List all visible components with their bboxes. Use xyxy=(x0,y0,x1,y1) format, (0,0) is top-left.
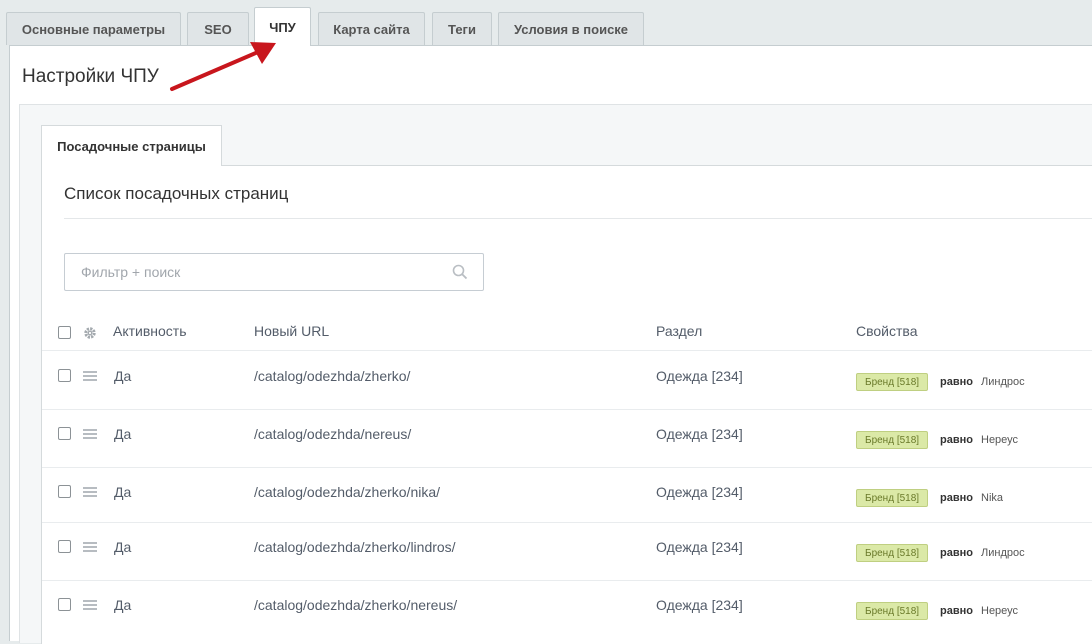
tab-seo[interactable]: SEO xyxy=(187,12,249,45)
list-title: Список посадочных страниц xyxy=(64,184,289,203)
row-url[interactable]: /catalog/odezhda/zherko/nereus/ xyxy=(254,597,457,613)
col-header-section[interactable]: Раздел xyxy=(656,323,702,339)
row-active: Да xyxy=(114,597,132,613)
property-badge: Бренд [518] xyxy=(856,544,929,562)
col-header-active[interactable]: Активность xyxy=(113,323,187,339)
table-row[interactable]: Да /catalog/odezhda/zherko/ Одежда [234]… xyxy=(42,352,1092,410)
drag-handle-icon[interactable] xyxy=(83,429,97,441)
drag-handle-icon[interactable] xyxy=(83,600,97,612)
row-url[interactable]: /catalog/odezhda/zherko/lindros/ xyxy=(254,539,456,555)
property-operator: равно xyxy=(940,492,973,504)
filter-placeholder: Фильтр + поиск xyxy=(81,264,181,280)
property-badge: Бренд [518] xyxy=(856,602,929,620)
property-operator: равно xyxy=(940,376,973,388)
drag-handle-icon[interactable] xyxy=(83,487,97,499)
row-section: Одежда [234] xyxy=(656,597,743,613)
row-checkbox[interactable] xyxy=(58,427,71,440)
tab-sitemap[interactable]: Карта сайта xyxy=(318,12,425,45)
property-value: Линдрос xyxy=(981,547,1025,559)
tab-tags[interactable]: Теги xyxy=(432,12,492,45)
table-row[interactable]: Да /catalog/odezhda/zherko/nereus/ Одежд… xyxy=(42,581,1092,639)
table-header: Активность Новый URL Раздел Свойства xyxy=(42,314,1092,351)
settings-panel: Настройки ЧПУ Посадочные страницы Список… xyxy=(9,45,1092,644)
filter-search-input[interactable]: Фильтр + поиск xyxy=(64,253,484,291)
row-url[interactable]: /catalog/odezhda/nereus/ xyxy=(254,426,411,442)
drag-handle-icon[interactable] xyxy=(83,371,97,383)
table-row[interactable]: Да /catalog/odezhda/nereus/ Одежда [234]… xyxy=(42,410,1092,468)
property-badge: Бренд [518] xyxy=(856,373,929,391)
property-badge: Бренд [518] xyxy=(856,431,929,449)
landing-pages-card: Список посадочных страниц Фильтр + поиск… xyxy=(41,165,1092,644)
property-operator: равно xyxy=(940,605,973,617)
row-section: Одежда [234] xyxy=(656,539,743,555)
tab-landing-pages[interactable]: Посадочные страницы xyxy=(41,125,222,166)
property-value: Линдрос xyxy=(981,376,1025,388)
divider xyxy=(64,218,1092,219)
tab-main-params[interactable]: Основные параметры xyxy=(6,12,181,45)
row-checkbox[interactable] xyxy=(58,598,71,611)
tab-chpu[interactable]: ЧПУ xyxy=(254,7,311,46)
row-active: Да xyxy=(114,426,132,442)
row-active: Да xyxy=(114,484,132,500)
inner-area: Посадочные страницы Список посадочных ст… xyxy=(19,104,1092,644)
property-operator: равно xyxy=(940,434,973,446)
top-tabs: Основные параметры SEO ЧПУ Карта сайта Т… xyxy=(0,0,1092,46)
row-section: Одежда [234] xyxy=(656,484,743,500)
row-checkbox[interactable] xyxy=(58,540,71,553)
row-url[interactable]: /catalog/odezhda/zherko/ xyxy=(254,368,410,384)
select-all-checkbox[interactable] xyxy=(58,326,71,339)
property-operator: равно xyxy=(940,547,973,559)
row-active: Да xyxy=(114,368,132,384)
property-value: Нереус xyxy=(981,434,1019,446)
property-badge: Бренд [518] xyxy=(856,489,929,507)
row-checkbox[interactable] xyxy=(58,485,71,498)
row-checkbox[interactable] xyxy=(58,369,71,382)
row-active: Да xyxy=(114,539,132,555)
row-url[interactable]: /catalog/odezhda/zherko/nika/ xyxy=(254,484,440,500)
row-section: Одежда [234] xyxy=(656,426,743,442)
search-icon[interactable] xyxy=(452,264,468,280)
col-header-url[interactable]: Новый URL xyxy=(254,323,329,339)
property-value: Nika xyxy=(981,492,1004,504)
drag-handle-icon[interactable] xyxy=(83,542,97,554)
page-title: Настройки ЧПУ xyxy=(22,66,159,87)
table-row[interactable]: Да /catalog/odezhda/zherko/nika/ Одежда … xyxy=(42,468,1092,523)
tab-search-conditions[interactable]: Условия в поиске xyxy=(498,12,644,45)
property-value: Нереус xyxy=(981,605,1019,617)
table-row[interactable]: Да /catalog/odezhda/zherko/lindros/ Одеж… xyxy=(42,523,1092,581)
row-section: Одежда [234] xyxy=(656,368,743,384)
gear-icon[interactable] xyxy=(83,326,97,340)
col-header-properties[interactable]: Свойства xyxy=(856,323,917,339)
